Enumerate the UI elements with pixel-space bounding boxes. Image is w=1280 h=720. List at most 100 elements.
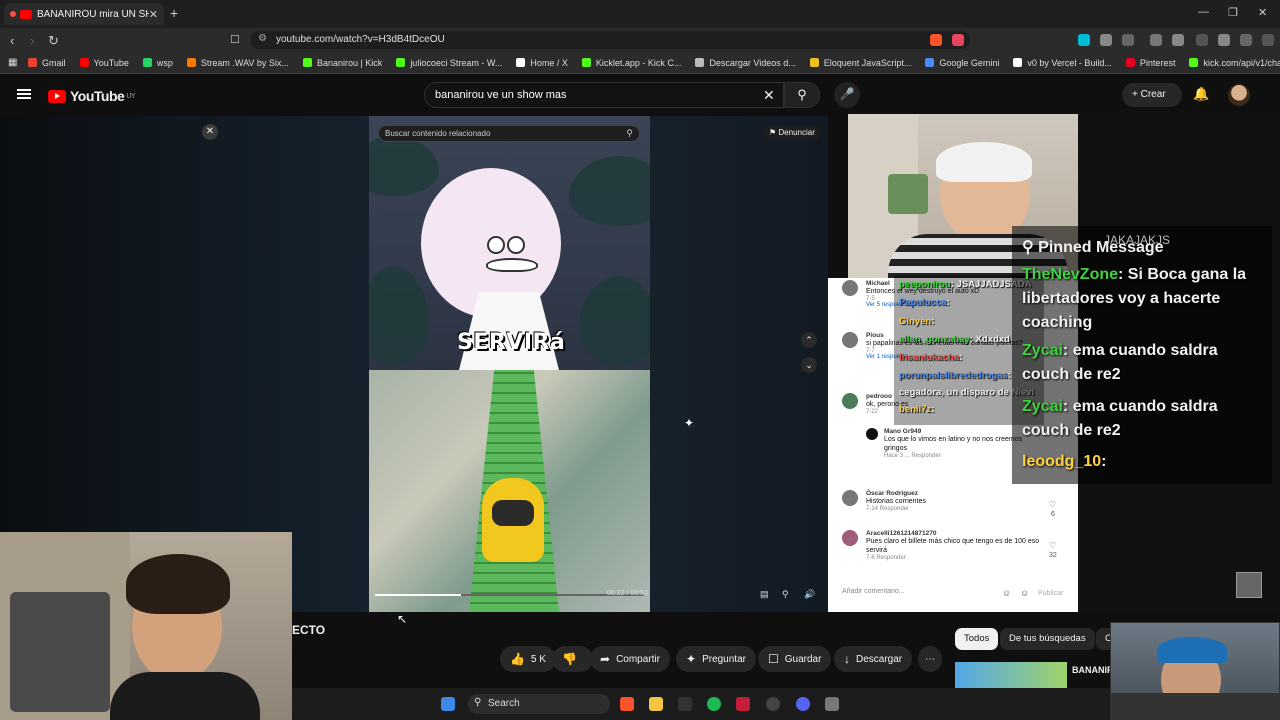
ask-button[interactable]: ✦ Preguntar [676,646,756,672]
apps-grid-icon[interactable]: ▦ [8,57,17,68]
bookmark-item[interactable]: Descargar Videos d... [695,58,796,68]
bookmark-item[interactable]: Google Gemini [925,58,999,68]
avatar[interactable] [842,332,858,348]
add-comment-input[interactable]: Añadir comentario... [842,588,905,595]
next-short-button[interactable]: ⌄ [801,357,817,373]
app-icon[interactable] [825,697,839,711]
hamburger-menu-icon[interactable] [17,89,31,99]
brave-icon[interactable] [620,697,634,711]
folder-icon[interactable] [649,697,663,711]
ai-icon[interactable] [1218,34,1230,46]
menu-icon[interactable] [1262,34,1274,46]
bookmark-favicon-icon [79,58,89,67]
pin-icon[interactable]: ⚲ [782,589,789,600]
browser-tab[interactable]: BANANIROU mira UN SHOW ✕ [4,3,164,25]
emoji-icon[interactable]: ☺ [1002,588,1011,598]
mini-thumbnail[interactable] [1236,572,1262,598]
wallet-icon[interactable] [1196,34,1208,46]
bookmark-item[interactable]: Gmail [28,58,66,68]
avatar[interactable] [842,280,858,296]
like-icon[interactable]: ♡ [1049,500,1056,509]
chat-line: Insaniukacha: [899,352,962,363]
download-button[interactable]: ↓ Descargar [834,646,913,672]
bookmark-item[interactable]: Stream .WAV by Six... [186,58,289,68]
close-overlay-button[interactable]: ✕ [202,124,218,140]
create-button[interactable]: + Crear [1122,83,1182,107]
split-view-icon[interactable] [1172,34,1184,46]
bookmark-item[interactable]: Kicklet.app - Kick C... [581,58,681,68]
terminal-icon[interactable] [678,697,692,711]
vpn-icon[interactable] [1240,34,1252,46]
brave-shield-icon[interactable] [930,34,942,46]
new-tab-button[interactable]: + [170,5,178,21]
short-video-player[interactable]: SERVIRá 00:22 / 00:50 [369,116,650,612]
sidebar-icon[interactable] [1122,34,1134,46]
thumbs-up-icon: 👍 [510,652,525,666]
site-info-icon[interactable]: ⚙ [258,33,267,44]
like-button[interactable]: 👍 5 K [500,646,556,672]
avatar[interactable] [866,428,878,440]
sticker-icon[interactable]: ☺ [1020,588,1029,598]
media-icon[interactable] [1150,34,1162,46]
bookmark-item[interactable]: Pinterest [1125,58,1175,68]
dislike-button[interactable]: 👎 [552,646,593,672]
save-button[interactable]: ☐ Guardar [758,646,832,672]
report-button[interactable]: ⚑ Denunciar [764,125,820,140]
pin-icon: ⚲ [1022,239,1034,256]
back-icon[interactable]: ‹ [10,33,14,48]
bookmark-item[interactable]: YouTube [79,58,129,68]
youtube-logo[interactable]: YouTube UY [48,88,136,104]
taskbar-search[interactable]: ⚲ Search [468,694,610,714]
previous-short-button[interactable]: ⌃ [801,332,817,348]
reload-icon[interactable]: ↻ [48,33,59,49]
related-search-input[interactable]: Buscar contenido relacionado ⚲ [378,125,640,142]
maximize-button[interactable]: ❐ [1228,6,1238,19]
extensions-puzzle-icon[interactable] [1100,34,1112,46]
app-icon[interactable] [736,697,750,711]
comment-author[interactable]: Aracelli1261214871270 [866,530,1052,537]
notifications-bell-icon[interactable]: 🔔 [1193,86,1209,102]
volume-icon[interactable]: 🔊 [804,589,815,600]
chat-line: Papulucca: [899,297,950,308]
search-input[interactable]: bananirou ve un show mas [424,82,784,108]
bookmark-item[interactable]: Eloquent JavaScript... [809,58,911,68]
chip-from-searches[interactable]: De tus búsquedas [1000,628,1095,650]
like-icon[interactable]: ♡ [1049,541,1056,550]
share-button[interactable]: ➦ Compartir [590,646,670,672]
captions-icon[interactable]: ▤ [760,589,769,600]
windows-start-icon[interactable] [441,697,455,711]
brave-rewards-icon[interactable] [952,34,964,46]
publish-button[interactable]: Publicar [1038,590,1063,597]
bookmark-icon[interactable]: ☐ [230,33,240,46]
bookmark-item[interactable]: Home / X [516,58,568,68]
spotify-icon[interactable] [707,697,721,711]
avatar[interactable] [842,530,858,546]
video-progress-bar[interactable] [375,594,644,596]
bookmark-item[interactable]: Bananirou | Kick [302,58,382,68]
close-window-button[interactable]: ✕ [1258,6,1267,19]
clear-search-icon[interactable]: ✕ [763,87,775,104]
bookmark-item[interactable]: v0 by Vercel - Build... [1013,58,1112,68]
voice-search-button[interactable]: 🎤 [834,82,860,108]
bookmark-item[interactable]: kick.com/api/v1/cha... [1189,58,1280,68]
search-button[interactable]: ⚲ [784,82,820,108]
forward-icon[interactable]: › [30,33,34,48]
related-video-thumbnail[interactable] [955,662,1067,690]
bookmark-favicon-icon [186,58,196,67]
minimize-button[interactable]: — [1198,6,1209,18]
github-icon[interactable] [766,697,780,711]
bookmark-item[interactable]: juliocoeci Stream - W... [396,58,502,68]
chip-all[interactable]: Todos [955,628,999,650]
avatar[interactable] [842,393,858,409]
video-title: ECTO [292,623,326,637]
comment-author[interactable]: Óscar Rodríguez [866,490,1052,497]
extension-icon[interactable] [1078,34,1090,46]
more-actions-button[interactable]: ⋯ [918,646,942,672]
bookmark-item[interactable]: wsp [142,58,173,68]
discord-icon[interactable] [796,697,810,711]
avatar[interactable] [1228,84,1250,106]
url-field[interactable]: ⚙ youtube.com/watch?v=H3dB4tDceOU [250,31,970,49]
chat-user: Insaniukacha [899,352,960,363]
tab-close-icon[interactable]: ✕ [149,8,158,21]
avatar[interactable] [842,490,858,506]
